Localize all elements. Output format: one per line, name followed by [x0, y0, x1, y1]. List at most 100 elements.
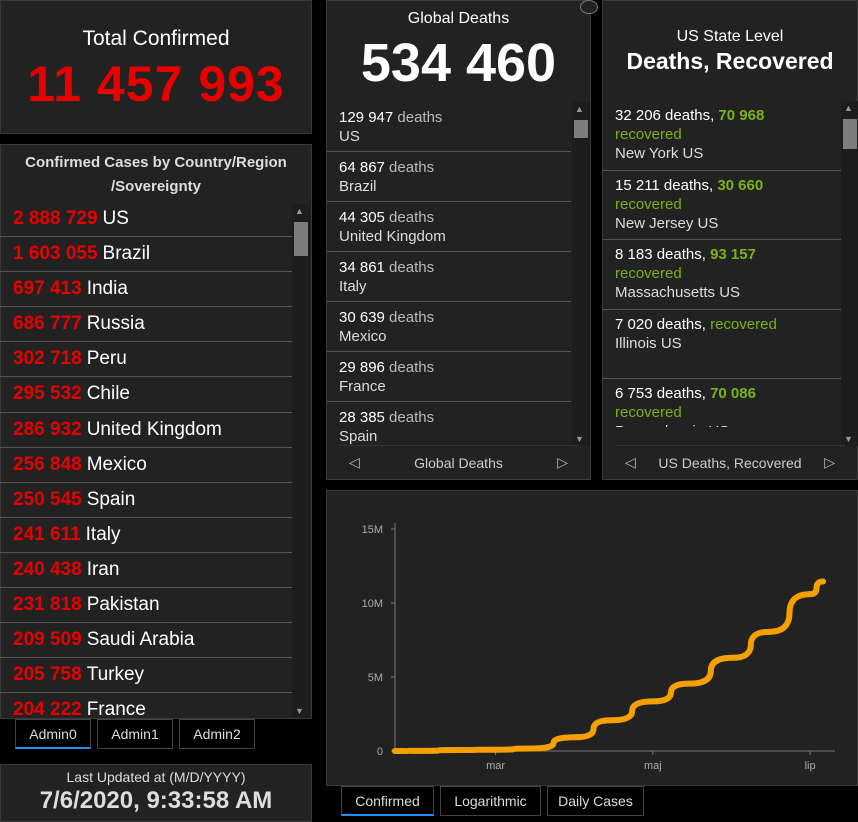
tab-admin1[interactable]: Admin1: [97, 719, 173, 749]
data-point: [807, 591, 814, 598]
list-item[interactable]: 29 896 deaths France: [327, 352, 571, 402]
data-point: [492, 746, 499, 753]
death-line: 30 639 deaths: [339, 308, 559, 327]
scroll-up-icon[interactable]: ▲: [844, 103, 853, 113]
list-item[interactable]: 15 211 deaths, 30 660 recovered New Jerse…: [603, 171, 841, 240]
death-place: Spain: [339, 428, 378, 445]
list-item[interactable]: 7 020 deaths, recovered Illinois US: [603, 310, 841, 379]
list-item[interactable]: 205 758 Turkey: [0, 658, 292, 694]
total-confirmed-title: Total Confirmed: [82, 27, 230, 50]
country-list-scrollbar[interactable]: ▲ ▼: [292, 204, 310, 718]
state-line: 6 753 deaths, 70 086: [615, 384, 829, 403]
list-item[interactable]: 250 545 Spain: [0, 483, 292, 518]
country-name: France: [86, 699, 146, 718]
death-count: 28 385: [339, 409, 390, 426]
confirmed-count: 205 758: [13, 664, 82, 686]
tab-admin2[interactable]: Admin2: [179, 719, 255, 749]
tab-admin0[interactable]: Admin0: [15, 719, 91, 749]
death-place: US: [339, 128, 360, 145]
data-point: [528, 745, 535, 752]
chart-panel: 0 5M 10M 15M mar maj lip: [326, 490, 858, 786]
list-item[interactable]: 44 305 deaths United Kingdom: [327, 202, 571, 252]
list-item[interactable]: 209 509 Saudi Arabia: [0, 623, 292, 659]
global-deaths-value: 534 460: [360, 33, 557, 93]
scroll-down-icon[interactable]: ▼: [844, 434, 853, 444]
global-deaths-list[interactable]: 129 947 deaths US 64 867 deaths Brazil 44 30…: [327, 102, 571, 446]
chevron-right-icon[interactable]: ▷: [824, 454, 835, 471]
tab-daily-cases[interactable]: Daily Cases: [547, 786, 644, 816]
y-tick-label: 15M: [362, 524, 383, 536]
list-item[interactable]: 256 848 Mexico: [0, 448, 292, 483]
country-name: Pakistan: [86, 594, 160, 616]
chevron-left-icon[interactable]: ◁: [349, 454, 360, 471]
list-item[interactable]: 30 639 deaths Mexico: [327, 302, 571, 352]
scroll-up-icon[interactable]: ▲: [295, 206, 304, 216]
confirmed-count: 1 603 055: [13, 243, 98, 265]
list-item[interactable]: 302 718 Peru: [0, 342, 292, 378]
data-point: [685, 680, 692, 687]
last-updated-panel: Last Updated at (M/D/YYYY) 7/6/2020, 9:3…: [0, 764, 312, 822]
list-item[interactable]: 204 222 France: [0, 693, 292, 718]
data-point: [608, 717, 615, 724]
country-name: Saudi Arabia: [86, 629, 195, 651]
country-list[interactable]: 2 888 729 US 1 603 055 Brazil 697 413 India 68…: [0, 202, 292, 718]
death-unit: deaths: [389, 259, 435, 276]
country-name: United Kingdom: [86, 418, 222, 440]
list-item[interactable]: 295 532 Chile: [0, 377, 292, 413]
list-item[interactable]: 286 932 United Kingdom: [0, 413, 292, 448]
country-name: Chile: [86, 383, 130, 405]
confirmed-chart: 0 5M 10M 15M mar maj lip: [362, 523, 835, 772]
confirmed-count: 686 777: [13, 313, 82, 335]
tab-logarithmic[interactable]: Logarithmic: [440, 786, 541, 816]
country-list-header-line2: /Sovereignty: [110, 178, 202, 195]
list-item[interactable]: 241 611 Italy: [0, 518, 292, 553]
us-state-pager-label: US Deaths, Recovered: [658, 455, 802, 471]
data-point: [572, 734, 579, 741]
country-name: Spain: [86, 488, 136, 510]
data-point: [417, 747, 424, 754]
list-item[interactable]: 64 867 deaths Brazil: [327, 152, 571, 202]
state-recovered-word: recovered: [615, 126, 682, 143]
state-recovered-count: 30 660: [717, 176, 764, 194]
list-item[interactable]: 34 861 deaths Italy: [327, 252, 571, 302]
list-item[interactable]: 32 206 deaths, 70 968 recovered New York …: [603, 101, 841, 171]
scroll-thumb[interactable]: [843, 119, 857, 149]
confirmed-count: 286 932: [13, 418, 82, 440]
data-point: [729, 654, 736, 661]
death-place: France: [339, 378, 386, 395]
last-updated-label: Last Updated at (M/D/YYYY): [66, 769, 246, 785]
country-name: Iran: [86, 558, 120, 580]
tab-confirmed[interactable]: Confirmed: [341, 786, 434, 816]
scroll-down-icon[interactable]: ▼: [575, 434, 584, 444]
list-item[interactable]: 6 753 deaths, 70 086 recoveredPennsylvan…: [603, 379, 841, 427]
us-state-list[interactable]: 32 206 deaths, 70 968 recovered New York …: [603, 101, 841, 427]
scroll-thumb[interactable]: [294, 222, 308, 256]
country-name: US: [102, 208, 129, 229]
death-line: 29 896 deaths: [339, 358, 559, 377]
state-deaths: 32 206 deaths,: [615, 107, 719, 124]
list-item[interactable]: 240 438 Iran: [0, 553, 292, 589]
scroll-thumb[interactable]: [574, 120, 588, 138]
global-deaths-pager-label: Global Deaths: [414, 455, 503, 471]
x-tick-label: maj: [644, 760, 662, 772]
list-item[interactable]: 129 947 deaths US: [327, 102, 571, 152]
list-item[interactable]: 686 777 Russia: [0, 307, 292, 343]
global-deaths-scrollbar[interactable]: ▲ ▼: [572, 102, 590, 446]
list-item[interactable]: 28 385 deaths Spain: [327, 402, 571, 446]
list-item[interactable]: 1 603 055 Brazil: [0, 237, 292, 273]
chevron-left-icon[interactable]: ◁: [625, 454, 636, 471]
confirmed-count: 209 509: [13, 629, 82, 651]
list-item[interactable]: 2 888 729 US: [0, 202, 292, 238]
death-place: United Kingdom: [339, 228, 446, 245]
list-item[interactable]: 231 818 Pakistan: [0, 588, 292, 624]
us-state-scrollbar[interactable]: ▲ ▼: [841, 101, 858, 446]
scroll-up-icon[interactable]: ▲: [575, 104, 584, 114]
list-item[interactable]: 697 413 India: [0, 272, 292, 308]
confirmed-count: 302 718: [13, 348, 82, 370]
scroll-down-icon[interactable]: ▼: [295, 706, 304, 716]
chevron-right-icon[interactable]: ▷: [557, 454, 568, 471]
expand-icon[interactable]: [580, 0, 598, 14]
list-item[interactable]: 8 183 deaths, 93 157 recovered Massachuse…: [603, 240, 841, 310]
death-count: 129 947: [339, 109, 398, 126]
state-line: 15 211 deaths, 30 660: [615, 176, 829, 195]
